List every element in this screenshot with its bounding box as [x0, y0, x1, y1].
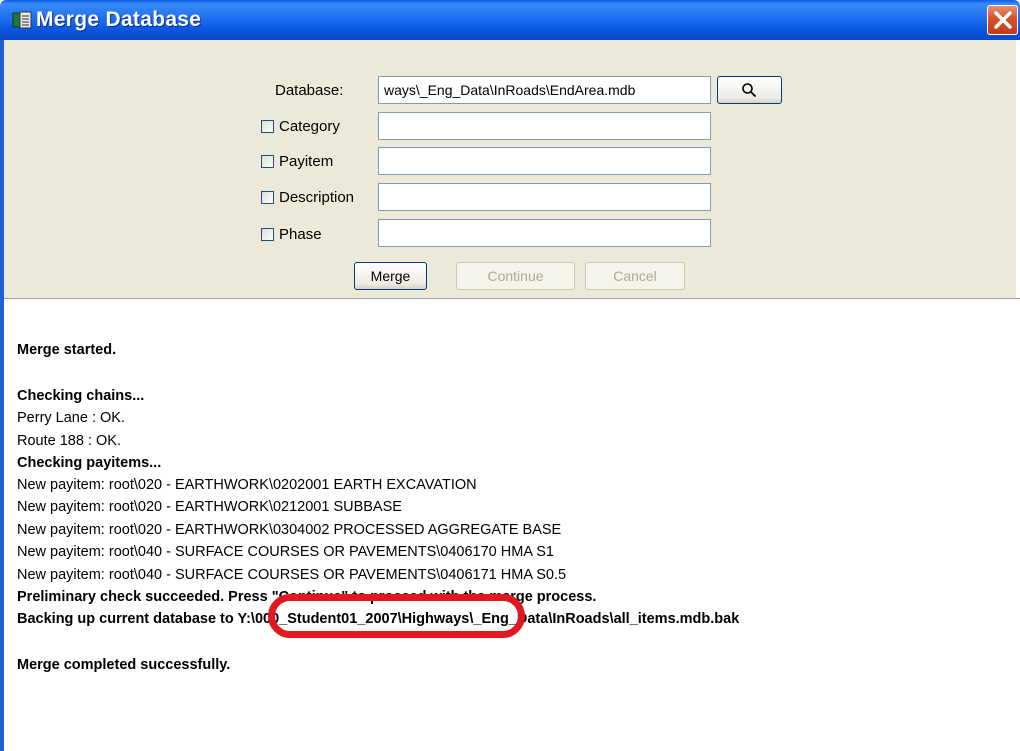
category-field[interactable] [378, 112, 711, 140]
log-line: Merge completed successfully. [17, 657, 231, 673]
search-icon [742, 83, 757, 98]
log-line: Perry Lane : OK. [17, 410, 125, 426]
phase-field[interactable] [378, 219, 711, 247]
log-line: Merge started. [17, 342, 117, 358]
description-label: Description [279, 189, 355, 206]
database-label: Database: [275, 82, 344, 99]
divider [4, 298, 1020, 299]
close-icon [994, 11, 1012, 29]
continue-button[interactable]: Continue [456, 262, 575, 290]
log-line: New payitem: root\020 - EARTHWORK\030400… [17, 522, 562, 538]
payitem-checkbox[interactable] [261, 155, 274, 168]
cancel-button[interactable]: Cancel [585, 262, 685, 290]
merge-button[interactable]: Merge [354, 262, 427, 290]
log-line: New payitem: root\040 - SURFACE COURSES … [17, 544, 554, 560]
description-checkbox[interactable] [261, 191, 274, 204]
payitem-field[interactable] [378, 147, 711, 175]
log-line: New payitem: root\040 - SURFACE COURSES … [17, 567, 567, 583]
phase-checkbox[interactable] [261, 228, 274, 241]
highlight-annotation [268, 594, 525, 638]
category-checkbox[interactable] [261, 120, 274, 133]
payitem-label: Payitem [279, 153, 334, 170]
description-field[interactable] [378, 183, 711, 211]
window-title: Merge Database [36, 8, 202, 31]
log-line: Checking chains... [17, 388, 145, 404]
log-line: Route 188 : OK. [17, 433, 121, 449]
merge-form-panel: Database: ways\_Eng_Data\InRoads\EndArea… [4, 40, 1016, 298]
log-line: New payitem: root\020 - EARTHWORK\020200… [17, 477, 477, 493]
close-button[interactable] [987, 5, 1018, 35]
database-icon [12, 11, 32, 29]
browse-button[interactable] [717, 76, 782, 104]
log-line: Checking payitems... [17, 455, 162, 471]
phase-label: Phase [279, 226, 322, 243]
log-line: New payitem: root\020 - EARTHWORK\021200… [17, 499, 402, 515]
title-bar: Merge Database [0, 0, 1020, 40]
category-label: Category [279, 118, 340, 135]
database-path-field[interactable]: ways\_Eng_Data\InRoads\EndArea.mdb [378, 76, 711, 104]
